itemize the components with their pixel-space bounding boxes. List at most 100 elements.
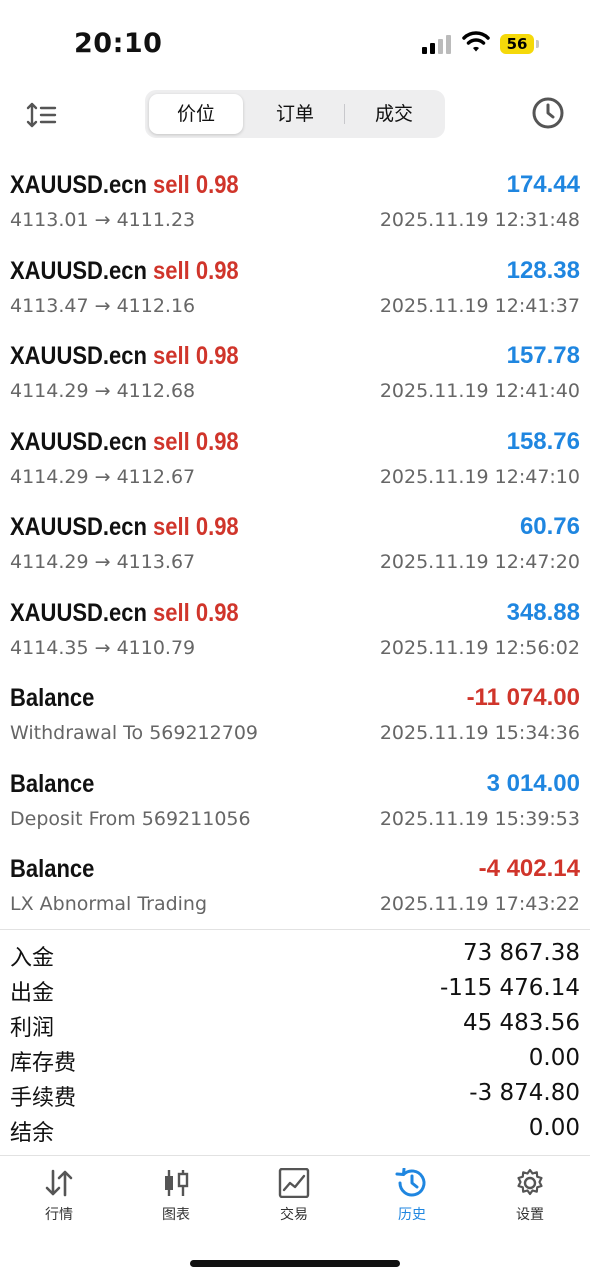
- deal-detail: 4114.35 → 4110.79: [10, 636, 196, 659]
- tab-deals[interactable]: 成交: [347, 94, 441, 134]
- deal-symbol: XAUUSD.ecn sell 0.98: [10, 171, 239, 200]
- deal-time: 2025.11.19 12:47:20: [379, 551, 580, 573]
- summary-row: 手续费 -3 874.80: [0, 1078, 590, 1113]
- summary-row: 库存费 0.00: [0, 1043, 590, 1078]
- deal-amount: 128.38: [506, 256, 580, 284]
- summary-value: -115 476.14: [440, 975, 580, 1001]
- summary-label: 利润: [10, 1016, 55, 1041]
- battery-tip: [536, 40, 539, 48]
- summary-label: 结余: [10, 1121, 55, 1146]
- tab-price[interactable]: 价位: [149, 94, 243, 134]
- home-indicator[interactable]: [190, 1260, 400, 1267]
- summary-value: -3 874.80: [469, 1080, 580, 1106]
- deal-amount: -4 402.14: [478, 855, 580, 882]
- deal-symbol: XAUUSD.ecn sell 0.98: [10, 257, 239, 286]
- deal-amount: 157.78: [506, 342, 580, 369]
- list-item[interactable]: Balance -4 402.14 LX Abnormal Trading 2025…: [0, 847, 590, 933]
- symbol-name: Balance: [10, 855, 95, 883]
- deal-detail: 4113.01 → 4111.23: [10, 209, 196, 231]
- bottom-tab-label: 行情: [45, 1207, 73, 1223]
- battery-indicator: 56: [500, 34, 534, 54]
- summary-label: 出金: [10, 981, 55, 1006]
- bottom-tab-quotes[interactable]: 行情: [19, 1168, 99, 1228]
- list-item[interactable]: XAUUSD.ecn sell 0.98 157.78 4114.29 → 4112…: [0, 334, 590, 420]
- wifi-icon: [462, 31, 490, 52]
- deal-time: 2025.11.19 12:31:48: [379, 209, 580, 231]
- summary-value: 45 483.56: [462, 1010, 580, 1036]
- deal-time: 2025.11.19 15:39:53: [379, 807, 580, 830]
- list-item[interactable]: XAUUSD.ecn sell 0.98 128.38 4113.47 → 4112…: [0, 249, 590, 335]
- deal-time: 2025.11.19 17:43:22: [379, 893, 580, 915]
- symbol-name: XAUUSD.ecn: [10, 171, 147, 199]
- deal-detail: LX Abnormal Trading: [10, 893, 208, 915]
- summary-section: 入金 73 867.38 出金 -115 476.14 利润 45 483.56 库存费 0.…: [0, 938, 590, 1148]
- deal-symbol: XAUUSD.ecn sell 0.98: [10, 599, 239, 628]
- symbol-name: XAUUSD.ecn: [10, 256, 147, 285]
- symbol-name: XAUUSD.ecn: [10, 513, 147, 541]
- list-item[interactable]: Balance -11 074.00 Withdrawal To 56921270…: [0, 676, 590, 762]
- deal-symbol: Balance: [10, 684, 94, 713]
- bottom-tab-charts[interactable]: 图表: [136, 1168, 216, 1228]
- deal-amount: 3 014.00: [486, 769, 580, 797]
- deal-side: sell 0.98: [153, 342, 239, 370]
- deal-amount: 60.76: [519, 513, 580, 540]
- deal-symbol: XAUUSD.ecn sell 0.98: [10, 513, 239, 542]
- deal-side: sell 0.98: [153, 427, 239, 456]
- list-item[interactable]: XAUUSD.ecn sell 0.98 348.88 4114.35 → 4110…: [0, 591, 590, 677]
- bottom-tab-history[interactable]: 历史: [372, 1168, 452, 1228]
- clock-icon[interactable]: [531, 96, 565, 130]
- list-item[interactable]: XAUUSD.ecn sell 0.98 60.76 4114.29 → 4113.…: [0, 505, 590, 591]
- deal-time: 2025.11.19 12:41:40: [379, 380, 580, 402]
- deal-side: sell 0.98: [153, 256, 239, 285]
- symbol-name: XAUUSD.ecn: [10, 427, 147, 456]
- deal-detail: Deposit From 569211056: [10, 807, 251, 830]
- deal-symbol: XAUUSD.ecn sell 0.98: [10, 342, 239, 371]
- symbol-name: Balance: [10, 684, 95, 712]
- summary-divider: [0, 929, 590, 930]
- deal-detail: 4113.47 → 4112.16: [10, 294, 196, 317]
- deal-time: 2025.11.19 15:34:36: [379, 722, 580, 744]
- deal-amount: -11 074.00: [466, 684, 580, 711]
- deal-time: 2025.11.19 12:41:37: [379, 294, 580, 317]
- top-toolbar: 价位 订单 成交: [0, 86, 590, 146]
- symbol-name: XAUUSD.ecn: [10, 598, 147, 627]
- deal-side: sell 0.98: [153, 171, 239, 199]
- summary-row: 结余 0.00: [0, 1113, 590, 1148]
- deal-symbol: Balance: [10, 855, 94, 884]
- tab-orders[interactable]: 订单: [248, 94, 342, 134]
- summary-value: 73 867.38: [462, 940, 580, 966]
- status-time: 20:10: [74, 28, 163, 59]
- candlestick-chart-icon: [165, 1170, 189, 1196]
- quotes-arrows-icon: [45, 1169, 73, 1197]
- deal-symbol: XAUUSD.ecn sell 0.98: [10, 428, 239, 457]
- summary-label: 手续费: [10, 1086, 77, 1111]
- deal-side: sell 0.98: [153, 513, 239, 541]
- bottom-tab-trade[interactable]: 交易: [254, 1168, 334, 1228]
- bottom-tab-settings[interactable]: 设置: [490, 1168, 570, 1228]
- deal-amount: 158.76: [506, 427, 580, 455]
- segment-divider: [344, 104, 345, 124]
- summary-label: 库存费: [10, 1051, 77, 1076]
- bottom-tab-label: 历史: [398, 1207, 426, 1223]
- list-item[interactable]: XAUUSD.ecn sell 0.98 174.44 4113.01 → 4111…: [0, 163, 590, 249]
- list-item[interactable]: Balance 3 014.00 Deposit From 569211056 20…: [0, 762, 590, 848]
- deal-detail: 4114.29 → 4113.67: [10, 551, 196, 573]
- summary-value: 0.00: [528, 1115, 580, 1141]
- deal-amount: 348.88: [506, 598, 580, 626]
- deal-detail: 4114.29 → 4112.67: [10, 465, 196, 488]
- sort-icon[interactable]: [26, 100, 58, 130]
- segmented-control: 价位 订单 成交: [145, 90, 445, 138]
- summary-value: 0.00: [528, 1045, 580, 1071]
- history-clock-icon: [395, 1168, 426, 1197]
- bottom-tab-label: 图表: [162, 1207, 190, 1223]
- deal-side: sell 0.98: [153, 598, 239, 627]
- summary-row: 出金 -115 476.14: [0, 973, 590, 1008]
- status-bar: 20:10 56: [0, 0, 590, 86]
- bottom-tab-label: 交易: [280, 1207, 308, 1223]
- deal-amount: 174.44: [506, 171, 580, 198]
- list-item[interactable]: XAUUSD.ecn sell 0.98 158.76 4114.29 → 4112…: [0, 420, 590, 506]
- summary-label: 入金: [10, 946, 55, 971]
- cellular-signal-icon: [422, 34, 452, 54]
- deal-time: 2025.11.19 12:47:10: [379, 465, 580, 488]
- bottom-tab-label: 设置: [516, 1207, 544, 1223]
